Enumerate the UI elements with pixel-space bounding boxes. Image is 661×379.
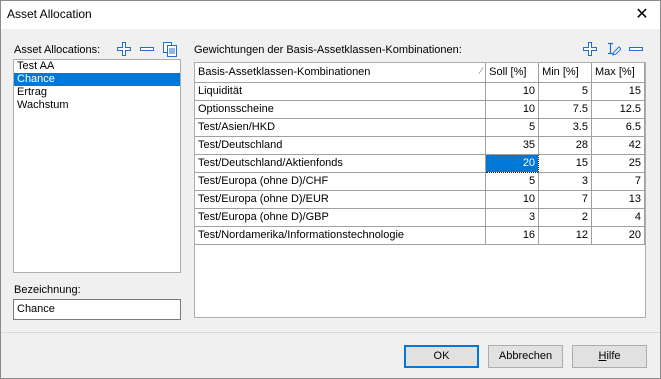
name-field[interactable]: Chance <box>13 299 181 320</box>
edit-icon <box>608 42 621 56</box>
asset-allocation-dialog: Asset Allocation ✕ Asset Allocations: Te… <box>0 0 661 379</box>
table-row[interactable]: Test/Deutschland/Aktienfonds 20 15 25 <box>195 153 645 173</box>
help-label-rest: ilfe <box>606 350 621 362</box>
copy-icon <box>163 42 177 57</box>
add-icon <box>583 42 597 56</box>
asset-allocation-list[interactable]: Test AA Chance Ertrag Wachstum <box>13 59 181 273</box>
column-header-soll[interactable]: Soll [%] <box>485 63 540 83</box>
table-row[interactable]: Test/Europa (ohne D)/EUR 10 7 13 <box>195 190 645 209</box>
table-row[interactable]: Test/Nordamerika/Informationstechnologie… <box>195 226 645 245</box>
column-header-min[interactable]: Min [%] <box>538 63 593 83</box>
table-row[interactable]: Test/Europa (ohne D)/GBP 3 2 4 <box>195 208 645 227</box>
min-cell[interactable]: 3 <box>538 172 593 191</box>
combination-cell[interactable]: Liquidität <box>195 82 487 101</box>
max-cell[interactable]: 42 <box>591 136 645 155</box>
copy-allocation-button[interactable] <box>162 41 178 57</box>
max-cell[interactable]: 4 <box>591 208 645 227</box>
table-row[interactable]: Optionsscheine 10 7.5 12.5 <box>195 100 645 119</box>
table-header-row: Basis-Assetklassen-Kombinationen ⁄ Soll [… <box>195 63 645 83</box>
table-row[interactable]: Test/Europa (ohne D)/CHF 5 3 7 <box>195 172 645 191</box>
name-label: Bezeichnung: <box>14 284 81 296</box>
combination-cell[interactable]: Test/Europa (ohne D)/CHF <box>195 172 487 191</box>
combination-cell[interactable]: Test/Deutschland <box>195 136 487 155</box>
close-button[interactable]: ✕ <box>632 5 652 25</box>
combination-cell[interactable]: Optionsscheine <box>195 100 487 119</box>
combination-cell[interactable]: Test/Europa (ohne D)/EUR <box>195 190 487 209</box>
combination-cell[interactable]: Test/Asien/HKD <box>195 118 487 137</box>
edit-weight-button[interactable] <box>605 41 621 57</box>
title-bar: Asset Allocation ✕ <box>1 1 660 29</box>
list-item[interactable]: Chance <box>14 73 180 86</box>
soll-cell[interactable]: 16 <box>485 226 540 245</box>
soll-cell[interactable]: 20 <box>485 153 540 173</box>
min-cell[interactable]: 28 <box>538 136 593 155</box>
min-cell[interactable]: 7 <box>538 190 593 209</box>
min-cell[interactable]: 3.5 <box>538 118 593 137</box>
add-allocation-button[interactable] <box>116 41 132 57</box>
column-header-label: Basis-Assetklassen-Kombinationen <box>198 66 371 79</box>
max-cell[interactable]: 15 <box>591 82 645 101</box>
asset-allocations-label: Asset Allocations: <box>14 44 101 56</box>
cancel-button[interactable]: Abbrechen <box>488 345 563 368</box>
soll-cell[interactable]: 10 <box>485 100 540 119</box>
max-cell[interactable]: 13 <box>591 190 645 209</box>
remove-icon <box>140 47 154 51</box>
soll-cell[interactable]: 5 <box>485 172 540 191</box>
table-row[interactable]: Test/Asien/HKD 5 3.5 6.5 <box>195 118 645 137</box>
min-cell[interactable]: 2 <box>538 208 593 227</box>
list-item[interactable]: Wachstum <box>14 99 180 112</box>
soll-cell[interactable]: 10 <box>485 190 540 209</box>
weights-table: Basis-Assetklassen-Kombinationen ⁄ Soll [… <box>195 63 645 245</box>
help-button[interactable]: Hilfe <box>572 345 647 368</box>
max-cell[interactable]: 6.5 <box>591 118 645 137</box>
table-row[interactable]: Liquidität 10 5 15 <box>195 82 645 101</box>
combination-cell[interactable]: Test/Nordamerika/Informationstechnologie <box>195 226 487 245</box>
max-cell[interactable]: 20 <box>591 226 645 245</box>
max-cell[interactable]: 25 <box>591 154 645 173</box>
combination-cell[interactable]: Test/Europa (ohne D)/GBP <box>195 208 487 227</box>
ok-button[interactable]: OK <box>404 345 479 368</box>
column-resize-icon: ⁄ <box>480 66 483 78</box>
add-weight-button[interactable] <box>582 41 598 57</box>
weights-label: Gewichtungen der Basis-Assetklassen-Komb… <box>194 44 462 56</box>
column-header-max[interactable]: Max [%] <box>591 63 645 83</box>
remove-icon <box>629 47 643 51</box>
soll-cell[interactable]: 5 <box>485 118 540 137</box>
list-item[interactable]: Ertrag <box>14 86 180 99</box>
min-cell[interactable]: 5 <box>538 82 593 101</box>
remove-allocation-button[interactable] <box>139 41 155 57</box>
combination-cell[interactable]: Test/Deutschland/Aktienfonds <box>195 154 487 173</box>
max-cell[interactable]: 12.5 <box>591 100 645 119</box>
min-cell[interactable]: 15 <box>538 154 593 173</box>
min-cell[interactable]: 12 <box>538 226 593 245</box>
window-title: Asset Allocation <box>7 7 92 21</box>
remove-weight-button[interactable] <box>628 41 644 57</box>
table-row[interactable]: Test/Deutschland 35 28 42 <box>195 136 645 155</box>
list-item[interactable]: Test AA <box>14 60 180 73</box>
add-icon <box>117 42 131 56</box>
min-cell[interactable]: 7.5 <box>538 100 593 119</box>
soll-cell[interactable]: 35 <box>485 136 540 155</box>
soll-cell[interactable]: 10 <box>485 82 540 101</box>
soll-cell[interactable]: 3 <box>485 208 540 227</box>
max-cell[interactable]: 7 <box>591 172 645 191</box>
weights-grid: Basis-Assetklassen-Kombinationen ⁄ Soll [… <box>194 62 646 318</box>
column-header-combination[interactable]: Basis-Assetklassen-Kombinationen ⁄ <box>195 63 487 83</box>
